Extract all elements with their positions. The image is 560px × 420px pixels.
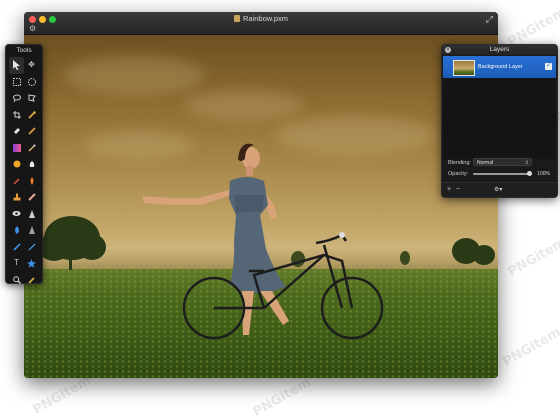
text-icon[interactable]: T: [9, 255, 24, 272]
layer-row-background[interactable]: Background Layer ✓: [443, 56, 556, 78]
watermark: PNGitem: [250, 374, 314, 420]
smudge-icon[interactable]: [24, 156, 39, 173]
fill-icon[interactable]: [9, 156, 24, 173]
blending-value: Normal: [477, 160, 494, 166]
fullscreen-arrows-icon[interactable]: ⤢: [486, 15, 493, 24]
layers-list-area: [443, 78, 556, 159]
image-canvas[interactable]: [24, 35, 498, 378]
select-arrows-icon: ⇕: [524, 160, 529, 166]
select-icon[interactable]: [9, 57, 24, 74]
layer-thumbnail: [453, 60, 475, 76]
eraser-icon[interactable]: [9, 123, 24, 140]
opacity-slider-fill: [473, 173, 532, 175]
layer-name: Background Layer: [478, 64, 523, 70]
opacity-value: 100%: [537, 171, 550, 177]
tools-panel-title: Tools: [16, 47, 32, 54]
pxm-document-icon: [233, 15, 240, 22]
stamp-icon[interactable]: [9, 189, 24, 206]
opacity-row: Opacity: 100%: [446, 169, 554, 179]
color-picker-icon[interactable]: [24, 272, 39, 289]
gradient-icon[interactable]: [9, 140, 24, 157]
editor-window: ⚙ Rainbow.pxm ⤢: [24, 12, 498, 378]
document-title: Rainbow.pxm: [24, 14, 498, 24]
remove-layer-button[interactable]: −: [456, 186, 460, 194]
add-layer-button[interactable]: +: [447, 186, 451, 194]
blending-select[interactable]: Normal ⇕: [473, 158, 532, 166]
layers-panel: × Layers Background Layer ✓ Blending: No…: [441, 44, 558, 198]
layer-options-gear-button[interactable]: ⚙▾: [494, 186, 502, 194]
ellipse-select-icon[interactable]: [24, 74, 39, 91]
pen-icon[interactable]: [9, 239, 24, 256]
opacity-slider[interactable]: [473, 171, 532, 176]
move-icon[interactable]: ✥: [24, 57, 39, 74]
brush-icon[interactable]: [24, 140, 39, 157]
tools-panel: Tools ✥ T: [5, 44, 43, 284]
burn-icon[interactable]: [24, 173, 39, 190]
red-eye-icon[interactable]: [9, 173, 24, 190]
layers-footer: + − ⚙▾: [442, 182, 557, 197]
tool-grid: ✥ T: [9, 57, 39, 288]
line-icon[interactable]: [24, 239, 39, 256]
pencil-icon[interactable]: [24, 123, 39, 140]
title-bar[interactable]: ⚙ Rainbow.pxm ⤢: [24, 12, 498, 35]
watermark: PNGitem: [500, 324, 560, 371]
opacity-label: Opacity:: [448, 171, 469, 177]
rect-select-icon[interactable]: [9, 74, 24, 91]
blending-label: Blending:: [448, 160, 471, 166]
photo-tree-right: [452, 238, 495, 265]
watermark: PNGitem: [30, 372, 94, 419]
drop-icon[interactable]: [9, 222, 24, 239]
eyedropper-icon[interactable]: [24, 107, 39, 124]
gear-icon[interactable]: ⚙: [29, 25, 37, 33]
sharpen-icon[interactable]: [24, 206, 39, 223]
photo-bicycle-handlebar: [339, 232, 345, 238]
heal-icon[interactable]: [24, 189, 39, 206]
crop-icon[interactable]: [9, 107, 24, 124]
shape-star-icon[interactable]: [24, 255, 39, 272]
blending-row: Blending: Normal ⇕: [446, 158, 554, 168]
zoom-icon[interactable]: [9, 272, 24, 289]
layers-panel-title: Layers: [489, 46, 510, 53]
photo-scene: [38, 143, 495, 340]
document-title-text: Rainbow.pxm: [242, 14, 289, 23]
layer-visibility-checkbox[interactable]: ✓: [545, 63, 552, 70]
polygon-lasso-icon[interactable]: [24, 90, 39, 107]
sponge-icon[interactable]: [24, 222, 39, 239]
opacity-slider-knob[interactable]: [527, 171, 532, 176]
watermark: PNGitem: [505, 234, 560, 281]
layers-panel-header[interactable]: × Layers: [442, 45, 557, 55]
eye-icon[interactable]: [9, 206, 24, 223]
lasso-icon[interactable]: [9, 90, 24, 107]
photo-tree-left: [38, 216, 106, 270]
